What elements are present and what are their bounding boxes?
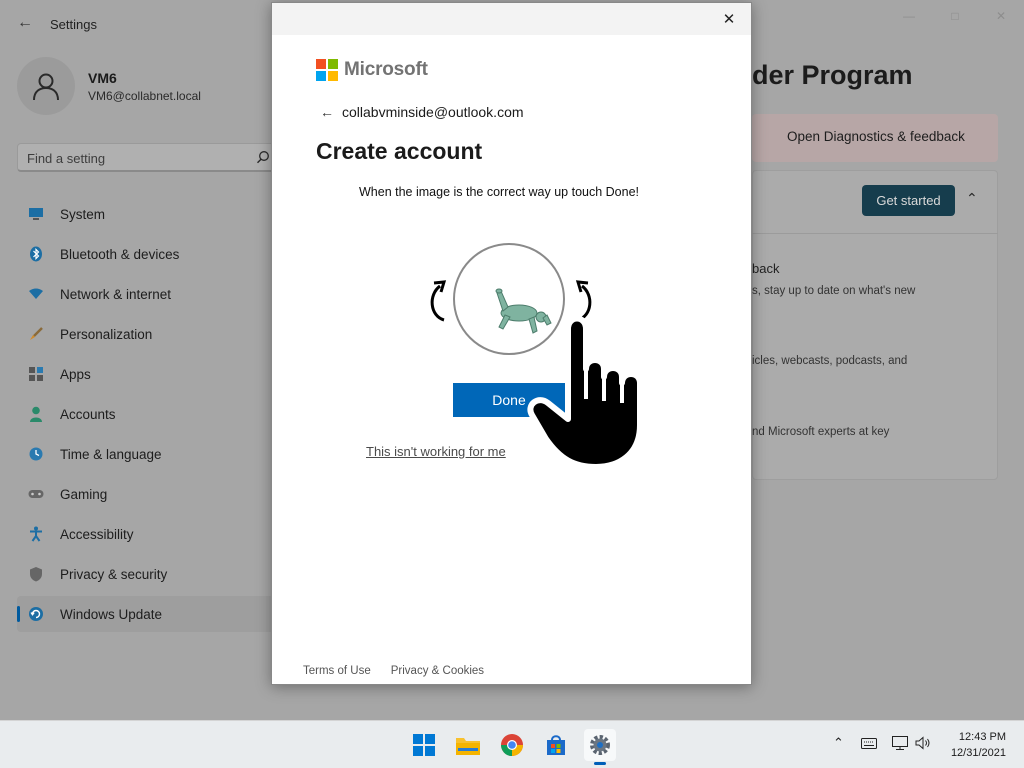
nav-label: Privacy & security [60,566,168,582]
clock-time: 12:43 PM [958,731,1006,743]
apps-icon [28,366,44,382]
clock-globe-icon [28,446,44,462]
nav-item-apps[interactable]: Apps [17,356,279,392]
dialog-footer: Terms of Use Privacy & Cookies [303,665,484,677]
person-icon [28,406,44,422]
create-account-dialog: ✕ Microsoft ← collabvminside@outlook.com… [271,2,752,685]
card-fragment-title: back [752,261,780,276]
microsoft-logo: Microsoft [316,59,428,81]
identity-email: collabvminside@outlook.com [342,104,524,120]
chrome-icon [501,734,523,756]
start-button[interactable] [408,729,440,761]
nav-label: Gaming [60,486,108,502]
person-avatar-icon [33,73,59,101]
windows-logo-icon [413,734,435,756]
accessibility-icon [28,526,44,542]
card-fragment: nd Microsoft experts at key [752,426,890,438]
privacy-cookies-link[interactable]: Privacy & Cookies [391,665,484,677]
nav-item-system[interactable]: System [17,196,279,232]
active-app-indicator [594,762,606,765]
minimize-icon[interactable]: — [886,0,932,32]
profile-email: VM6@collabnet.local [88,88,201,103]
open-diagnostics-link[interactable]: Open Diagnostics & feedback [787,129,965,144]
nav-item-windows-update[interactable]: Windows Update [17,596,279,632]
wifi-icon [28,286,44,302]
file-explorer-button[interactable] [452,729,484,761]
brush-icon [28,326,44,342]
bluetooth-icon [28,246,44,262]
nav-label: Accessibility [60,526,134,542]
profile-name: VM6 [88,69,117,86]
nav-label: Personalization [60,326,153,342]
nav-label: Time & language [60,446,162,462]
store-icon [547,735,565,755]
hand-pointer-icon [527,315,643,467]
card-fragment: s, stay up to date on what's new [752,285,916,297]
chrome-button[interactable] [496,729,528,761]
gamepad-icon [28,486,44,502]
monitor-icon [28,206,44,222]
clock-date: 12/31/2021 [950,747,1006,759]
close-window-icon[interactable]: ✕ [978,0,1024,32]
app-title: Settings [50,17,97,32]
avatar [17,57,75,115]
nav-label: Network & internet [60,286,172,302]
nav-item-privacy[interactable]: Privacy & security [17,556,279,592]
search-box[interactable]: Find a setting [17,143,279,172]
identity-banner[interactable]: ← collabvminside@outlook.com [320,104,524,120]
page-title: der Program [752,60,913,90]
captcha-instruction: When the image is the correct way up tou… [359,185,640,199]
rotate-left-icon[interactable] [422,275,456,323]
settings-nav: System Bluetooth & devices Network & int… [17,196,279,636]
nav-label: Accounts [60,406,116,422]
chevron-up-icon[interactable]: ⌃ [966,190,978,207]
folder-icon [456,738,480,755]
close-icon[interactable]: ✕ [717,7,741,31]
user-profile[interactable]: VM6 VM6@collabnet.local [17,57,201,115]
nav-label: Windows Update [60,606,163,622]
nav-item-time-language[interactable]: Time & language [17,436,279,472]
search-input[interactable]: Find a setting [27,151,105,166]
nav-item-bluetooth[interactable]: Bluetooth & devices [17,236,279,272]
network-icon[interactable] [891,734,909,752]
window-controls: — □ ✕ [886,0,1024,32]
shield-icon [28,566,44,582]
nav-label: System [60,206,106,222]
nav-item-personalization[interactable]: Personalization [17,316,279,352]
nav-label: Apps [60,366,91,382]
taskbar: ⌃ 12:43 PM 12/31/2021 [0,720,1024,768]
card-divider [752,233,998,234]
selection-indicator [17,606,20,622]
system-clock[interactable]: 12:43 PM 12/31/2021 [940,729,1006,761]
maximize-icon[interactable]: □ [932,0,978,32]
dialog-title: Create account [316,138,483,164]
dialog-title-bar: ✕ [272,3,751,35]
microsoft-store-button[interactable] [540,729,572,761]
nav-item-gaming[interactable]: Gaming [17,476,279,512]
back-arrow-icon[interactable]: ← [320,104,334,120]
nav-item-accessibility[interactable]: Accessibility [17,516,279,552]
keyboard-icon[interactable] [860,734,878,752]
not-working-link[interactable]: This isn't working for me [366,444,506,459]
card-fragment: icles, webcasts, podcasts, and [752,355,908,367]
nav-item-network[interactable]: Network & internet [17,276,279,312]
terms-of-use-link[interactable]: Terms of Use [303,665,371,677]
gear-icon [590,735,610,755]
get-started-button[interactable]: Get started [862,185,955,216]
settings-taskbar-button[interactable] [584,729,616,765]
back-arrow-icon[interactable]: ← [17,14,33,32]
nav-label: Bluetooth & devices [60,246,180,262]
show-hidden-icons-icon[interactable]: ⌃ [833,735,844,751]
microsoft-logo-icon [316,59,338,81]
volume-icon[interactable] [914,734,932,752]
update-icon [28,606,44,622]
search-icon[interactable] [256,150,270,164]
nav-item-accounts[interactable]: Accounts [17,396,279,432]
brand-name: Microsoft [344,59,428,80]
